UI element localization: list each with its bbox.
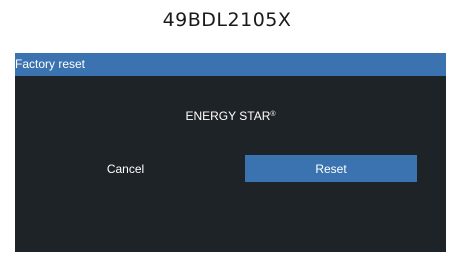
reset-button[interactable]: Reset	[245, 155, 417, 182]
dialog-message: ENERGY STAR®	[15, 109, 446, 123]
dialog-header: Factory reset	[15, 53, 446, 76]
factory-reset-dialog: Factory reset ENERGY STAR® Cancel Reset	[15, 53, 446, 252]
model-name-title: 49BDL2105X	[162, 9, 292, 31]
cancel-button[interactable]: Cancel	[43, 155, 208, 182]
dialog-title: Factory reset	[15, 57, 86, 71]
registered-mark: ®	[270, 111, 276, 118]
screen: 49BDL2105X Factory reset ENERGY STAR® Ca…	[0, 0, 454, 253]
reset-button-label: Reset	[315, 161, 347, 176]
dialog-message-text: ENERGY STAR	[185, 109, 271, 123]
cancel-button-label: Cancel	[106, 161, 145, 176]
